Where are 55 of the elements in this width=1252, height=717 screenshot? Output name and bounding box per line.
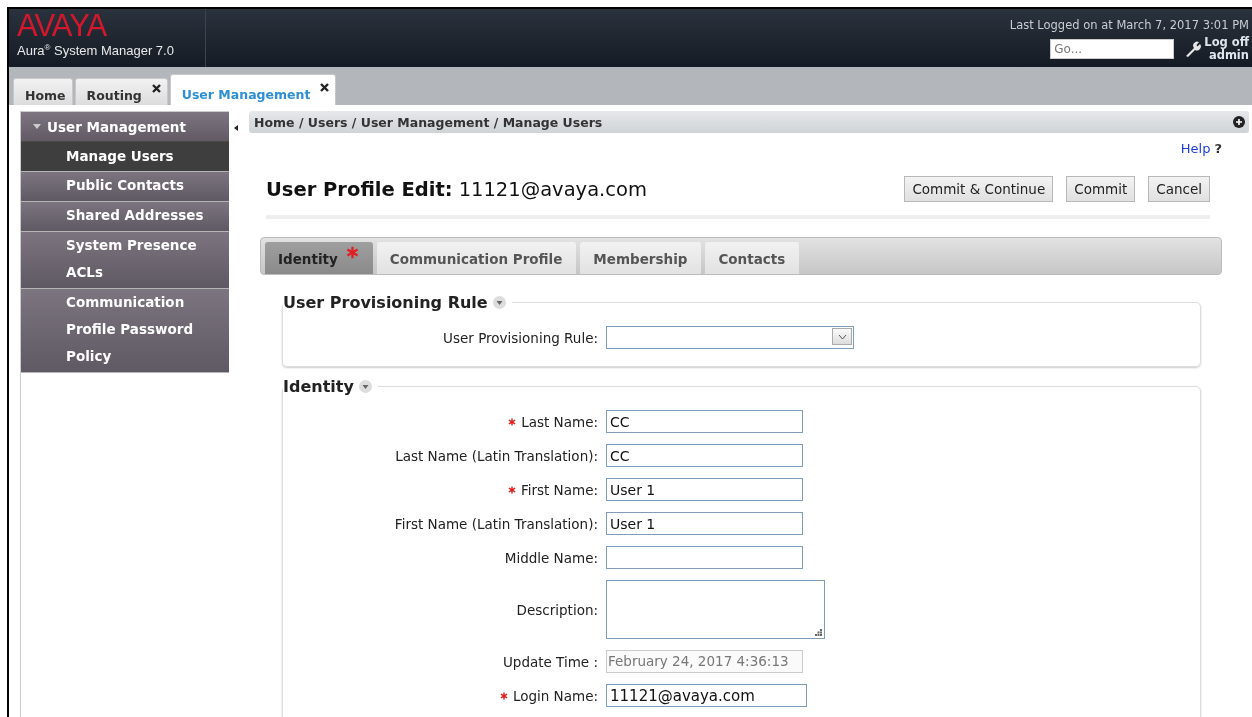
breadcrumb-text: Home / Users / User Management / Manage Users <box>254 114 603 130</box>
action-button[interactable]: Commit <box>1066 176 1136 202</box>
collapse-icon[interactable] <box>492 296 506 309</box>
profile-tab[interactable]: Identity <box>265 242 373 274</box>
product-name: Aura$^{®}$ System Manager 7.0 <box>17 43 174 59</box>
close-icon[interactable] <box>320 83 330 92</box>
text-area[interactable] <box>606 580 825 639</box>
profile-tab[interactable]: Membership <box>580 242 702 274</box>
help-icon[interactable]: ? <box>1214 141 1222 161</box>
text-field[interactable]: 11121@avaya.com <box>606 684 807 707</box>
field-label: Last Name: <box>521 413 598 430</box>
field-label: Middle Name: <box>504 549 598 566</box>
text-field[interactable] <box>606 546 803 569</box>
field-label: User Provisioning Rule: <box>443 329 598 346</box>
nav-tab[interactable]: Home <box>13 78 73 105</box>
collapse-arrow-icon[interactable] <box>234 125 238 131</box>
field-label: First Name: <box>520 481 598 498</box>
chevron-down-icon <box>837 333 847 340</box>
action-button[interactable]: Cancel <box>1148 176 1210 202</box>
nav-tab[interactable]: User Management <box>169 74 337 105</box>
search-field[interactable]: Go... <box>1050 39 1175 59</box>
sidebar-header[interactable]: User Management <box>21 112 229 142</box>
profile-tab[interactable]: Contacts <box>705 242 800 274</box>
sidebar-item[interactable]: Public Contacts <box>21 172 229 202</box>
section-title: Identity <box>283 377 354 396</box>
section-title: User Provisioning Rule <box>283 293 488 312</box>
field-label: Description: <box>516 601 598 618</box>
wrench-icon <box>1184 40 1203 58</box>
text-field[interactable]: CC <box>606 444 803 467</box>
profile-tab[interactable]: Communication Profile <box>376 242 577 274</box>
text-field[interactable]: User 1 <box>606 512 803 535</box>
page-title: User Profile Edit: 11121@avaya.com <box>266 177 647 201</box>
text-field[interactable]: User 1 <box>606 478 803 501</box>
user-name: admin <box>1208 49 1249 62</box>
select-field[interactable] <box>606 326 854 349</box>
text-field[interactable]: CC <box>606 410 803 433</box>
action-button[interactable]: Commit & Continue <box>904 176 1054 202</box>
resize-grip-icon[interactable] <box>815 629 822 636</box>
readonly-field: February 24, 2017 4:36:13 <box>606 650 803 673</box>
last-logged-text: Last Logged on at March 7, 2017 3:01 PM <box>1009 18 1249 32</box>
sidebar-item[interactable]: Manage Users <box>21 142 229 172</box>
log-off-link[interactable]: Log off <box>1204 36 1249 49</box>
sidebar-item[interactable]: System Presence ACLs <box>21 232 229 289</box>
nav-tab[interactable]: Routing <box>74 78 168 105</box>
field-label: Last Name (Latin Translation): <box>395 447 598 464</box>
help-link[interactable]: Help <box>1180 141 1211 161</box>
field-label: Login Name: <box>512 687 598 704</box>
field-label: Update Time : <box>502 653 598 670</box>
collapse-icon[interactable] <box>358 380 372 393</box>
close-icon[interactable] <box>151 84 161 93</box>
field-label: First Name (Latin Translation): <box>394 515 598 532</box>
sidebar-item[interactable]: Shared Addresses <box>21 202 229 232</box>
add-icon[interactable] <box>1233 116 1245 128</box>
avaya-logo: AVAYA <box>17 11 107 41</box>
sidebar-item[interactable]: Communication Profile Password Policy <box>21 289 229 373</box>
